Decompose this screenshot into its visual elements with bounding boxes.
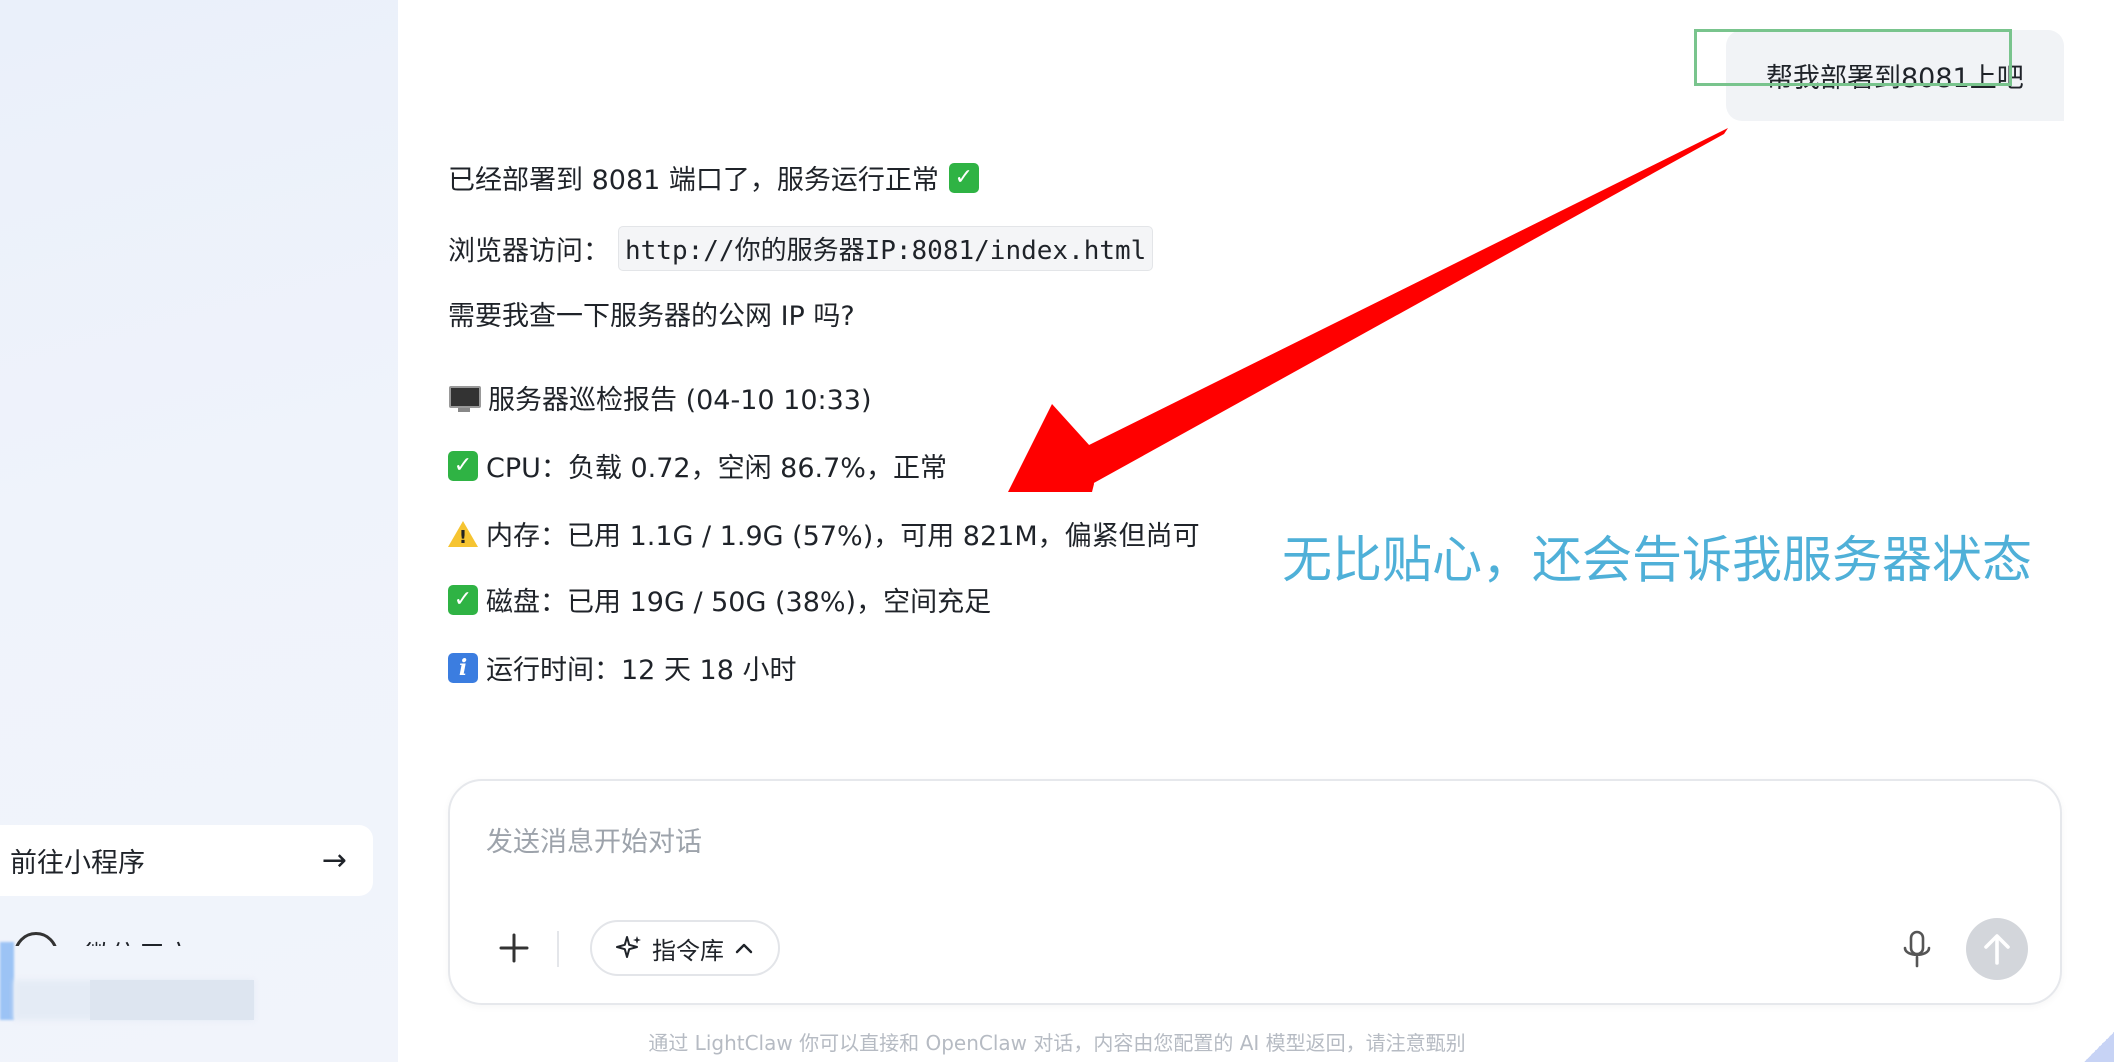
sparkle-icon [616, 936, 641, 958]
divider [557, 931, 559, 967]
microphone-icon[interactable] [1900, 929, 1934, 969]
arrow-up-icon [1984, 934, 2010, 965]
chevron-up-icon [735, 943, 753, 954]
footer-disclaimer: 通过 LightClaw 你可以直接和 OpenClaw 对话，内容由您配置的 … [648, 1031, 1466, 1055]
plus-icon[interactable] [496, 930, 532, 966]
message-input[interactable]: 发送消息开始对话 [486, 820, 702, 859]
command-library-label: 指令库 [652, 936, 724, 965]
annotation-text: 无比贴心，还会告诉我服务器状态 [1282, 531, 2032, 589]
command-library-button[interactable]: 指令库 [590, 920, 780, 976]
window-corner [2084, 1032, 2114, 1062]
arrow-head [1008, 404, 1094, 492]
send-button[interactable] [1966, 918, 2028, 980]
arrow-shaft [1085, 128, 1728, 484]
